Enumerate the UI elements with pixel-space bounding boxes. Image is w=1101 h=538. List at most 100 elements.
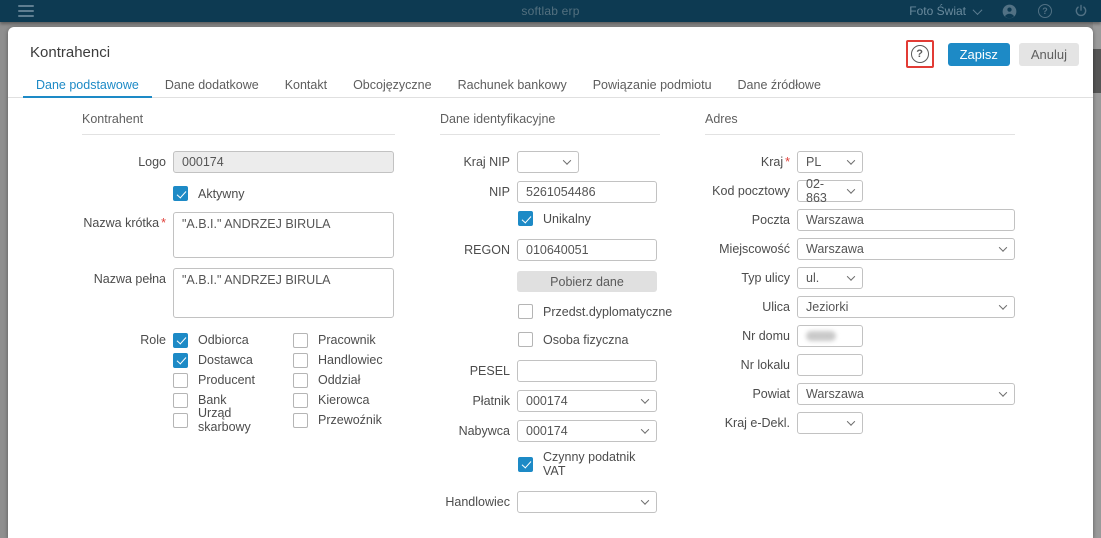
kraj-edekl-label: Kraj e-Dekl. [724, 416, 790, 430]
aktywny-checkbox[interactable] [173, 186, 188, 201]
nr-lokalu-input[interactable] [797, 354, 863, 376]
role-option-row: Urząd skarbowy [173, 406, 273, 434]
kraj-label: Kraj * [760, 155, 790, 169]
help-button[interactable]: ? [910, 45, 929, 63]
role-option-label: Oddział [318, 373, 361, 387]
scrollbar-thumb[interactable] [1093, 49, 1101, 93]
tab-2[interactable]: Dane dodatkowe [152, 73, 272, 98]
typ-ulicy-select[interactable]: ul. [797, 267, 863, 289]
role-checkbox[interactable] [173, 352, 188, 368]
field-row-platnik: Płatnik 000174 [440, 390, 660, 412]
osoba-fizyczna-checkbox[interactable] [518, 332, 533, 347]
miejscowosc-select[interactable]: Warszawa [797, 238, 1015, 260]
role-label: Role [140, 333, 166, 347]
handlowiec-select[interactable] [517, 491, 657, 513]
tab-4[interactable]: Obcojęzyczne [340, 73, 445, 98]
nazwa-pelna-textarea[interactable]: "A.B.I." ANDRZEJ BIRULA [173, 268, 394, 318]
nip-input[interactable]: 5261054486 [517, 181, 657, 203]
pesel-input[interactable] [517, 360, 657, 382]
role-option-label: Kierowca [318, 393, 370, 407]
user-menu[interactable]: Foto Świat [909, 4, 983, 18]
ulica-label: Ulica [762, 300, 790, 314]
unikalny-label: Unikalny [543, 211, 591, 226]
kod-pocztowy-select[interactable]: 02-863 [797, 177, 863, 205]
tab-bar: Dane podstawowe Dane dodatkowe Kontakt Obco… [8, 73, 1093, 98]
ulica-select[interactable]: Jeziorki [797, 296, 1015, 318]
field-row-logo: Logo 000174 [82, 151, 395, 173]
form-area: Kontrahent Logo 000174 Aktywny Nazwa kró… [8, 98, 1093, 538]
role-checkbox[interactable] [173, 332, 188, 348]
chevron-down-icon [846, 185, 856, 194]
poczta-label: Poczta [751, 213, 790, 227]
field-row-kraj-nip: Kraj NIP [440, 151, 660, 173]
nr-domu-input[interactable] [797, 325, 863, 347]
field-row-handlowiec: Handlowiec [440, 491, 660, 513]
tab-1[interactable]: Dane podstawowe [23, 73, 152, 98]
nabywca-select[interactable]: 000174 [517, 420, 657, 442]
field-row-przedst-dyplomatyczne: Przedst.dyplomatyczne [440, 304, 672, 319]
tab-6[interactable]: Powiązanie podmiotu [580, 73, 725, 98]
field-row-osoba-fizyczna: Osoba fizyczna [440, 332, 660, 347]
role-option-row: Producent [173, 372, 273, 388]
logo-input[interactable]: 000174 [173, 151, 394, 173]
field-row-ulica: Ulica Jeziorki [705, 296, 1015, 318]
pesel-label: PESEL [469, 364, 510, 378]
czynny-podatnik-vat-checkbox[interactable] [518, 456, 533, 472]
role-option-label: Dostawca [198, 353, 253, 367]
field-row-miejscowosc: Miejscowość Warszawa [705, 238, 1015, 260]
powiat-select[interactable]: Warszawa [797, 383, 1015, 405]
kontrahenci-panel: Kontrahenci ? Zapisz Anuluj Dane podstaw… [8, 27, 1093, 538]
field-row-pobierz-dane: Pobierz dane [440, 271, 660, 292]
tab-3[interactable]: Kontakt [272, 73, 340, 98]
page-title: Kontrahenci [30, 44, 111, 61]
tab-7[interactable]: Dane źródłowe [725, 73, 834, 98]
section-kontrahent: Kontrahent Logo 000174 Aktywny Nazwa kró… [82, 112, 395, 434]
kraj-edekl-select[interactable] [797, 412, 863, 434]
osoba-fizyczna-label: Osoba fizyczna [543, 332, 629, 347]
nazwa-krotka-textarea[interactable]: "A.B.I." ANDRZEJ BIRULA [173, 212, 394, 258]
annotation-highlight: ? [905, 40, 934, 68]
poczta-input[interactable]: Warszawa [797, 209, 1015, 231]
cancel-button[interactable]: Anuluj [1018, 42, 1079, 66]
regon-input[interactable]: 010640051 [517, 239, 657, 261]
role-option-label: Odbiorca [198, 333, 249, 347]
save-button[interactable]: Zapisz [947, 42, 1010, 66]
chevron-down-icon [998, 388, 1008, 397]
help-icon[interactable]: ? [1037, 3, 1053, 19]
kraj-nip-label: Kraj NIP [463, 155, 510, 169]
role-checkbox[interactable] [293, 412, 308, 428]
section-title: Adres [705, 112, 1015, 135]
field-row-kod-pocztowy: Kod pocztowy 02-863 [705, 177, 1015, 205]
user-account-icon[interactable] [1001, 3, 1017, 19]
role-checkbox[interactable] [173, 412, 188, 428]
field-row-pesel: PESEL [440, 360, 660, 382]
role-option-row: Handlowiec [293, 352, 393, 368]
chevron-down-icon [640, 395, 650, 404]
field-row-typ-ulicy: Typ ulicy ul. [705, 267, 1015, 289]
pobierz-dane-button[interactable]: Pobierz dane [517, 271, 657, 292]
logout-power-icon[interactable] [1073, 3, 1089, 19]
role-option-row: Dostawca [173, 352, 273, 368]
role-checkbox[interactable] [293, 392, 308, 408]
role-option-row: Odbiorca [173, 332, 273, 348]
role-checkbox[interactable] [293, 372, 308, 388]
kraj-select[interactable]: PL [797, 151, 863, 173]
przedst-dyplomatyczne-label: Przedst.dyplomatyczne [543, 304, 673, 319]
platnik-select[interactable]: 000174 [517, 390, 657, 412]
tab-5[interactable]: Rachunek bankowy [445, 73, 580, 98]
field-row-czynny-podatnik-vat: Czynny podatnik VAT [440, 450, 660, 478]
unikalny-checkbox[interactable] [518, 211, 533, 226]
kraj-nip-select[interactable] [517, 151, 579, 173]
kod-pocztowy-label: Kod pocztowy [712, 184, 790, 198]
role-checkbox[interactable] [173, 392, 188, 408]
role-option-label: Pracownik [318, 333, 376, 347]
role-checkbox[interactable] [293, 352, 308, 368]
chevron-down-icon [640, 496, 650, 505]
role-checkbox[interactable] [173, 372, 188, 388]
chevron-down-icon [972, 4, 983, 15]
chevron-down-icon [640, 425, 650, 434]
role-checkbox[interactable] [293, 332, 308, 348]
powiat-label: Powiat [752, 387, 790, 401]
scrollbar-track[interactable] [1093, 22, 1101, 538]
przedst-dyplomatyczne-checkbox[interactable] [518, 304, 533, 319]
